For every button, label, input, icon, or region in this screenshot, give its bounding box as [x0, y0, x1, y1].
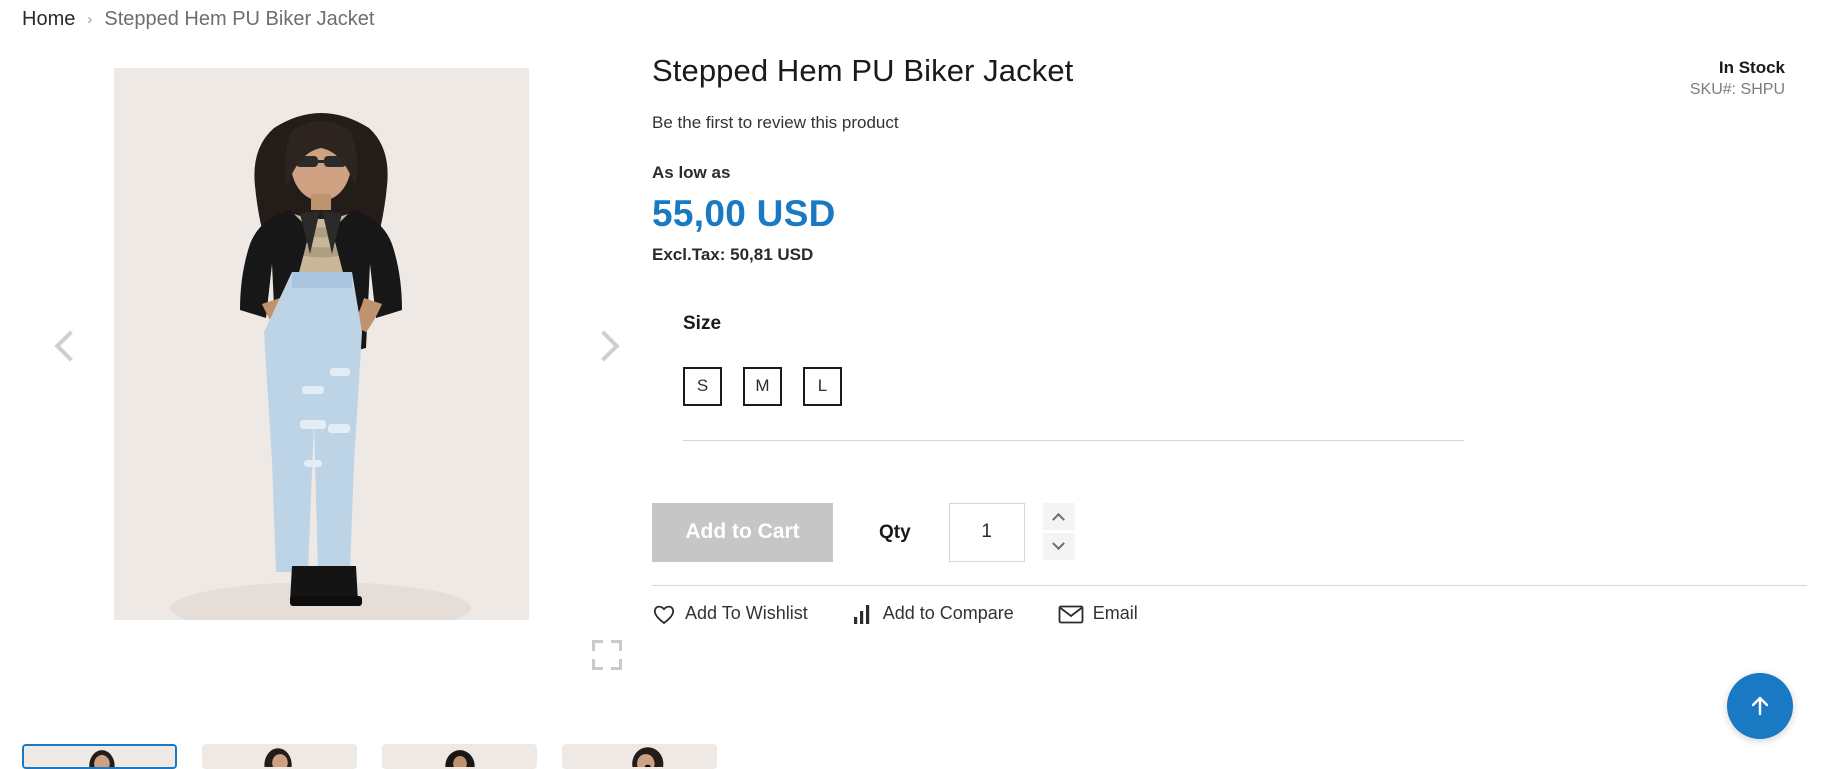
title-row: Stepped Hem PU Biker Jacket In Stock SKU…: [652, 52, 1807, 98]
fullscreen-icon: [592, 640, 603, 651]
add-to-cart-button[interactable]: Add to Cart: [652, 502, 833, 562]
fullscreen-icon-corner: [592, 659, 603, 670]
size-swatch-l[interactable]: L: [803, 366, 842, 406]
size-label: Size: [683, 312, 722, 334]
compare-label: Add to Compare: [882, 603, 1014, 624]
breadcrumb: Home › Stepped Hem PU Biker Jacket: [22, 8, 374, 31]
breadcrumb-current: Stepped Hem PU Biker Jacket: [104, 8, 375, 30]
chevron-down-icon: [1052, 537, 1066, 550]
qty-stepper-buttons: [1042, 502, 1075, 563]
add-to-compare-button[interactable]: Add to Compare: [852, 603, 1014, 625]
size-option-group: Size S M L: [683, 313, 1807, 406]
qty-stepper: [948, 502, 1075, 563]
product-actions: Add To Wishlist Add to Compare Email: [652, 603, 1807, 625]
thumbnail-item[interactable]: [202, 744, 357, 769]
fullscreen-icon-corner: [611, 640, 622, 651]
email-button[interactable]: Email: [1058, 603, 1138, 625]
qty-label: Qty: [879, 521, 911, 543]
gallery-prev-button[interactable]: [50, 318, 90, 374]
chevron-right-icon: [588, 329, 620, 362]
qty-decrease-button[interactable]: [1042, 532, 1075, 560]
heart-icon: [653, 605, 675, 624]
thumbnail-item[interactable]: [382, 744, 537, 769]
sku-value: SKU#: SHPU: [1689, 81, 1785, 98]
price-excl-tax: Excl.Tax: 50,81 USD: [652, 244, 814, 264]
size-swatch-s[interactable]: S: [683, 366, 722, 406]
status-badge: In Stock: [1718, 58, 1785, 77]
review-link[interactable]: Be the first to review this product: [652, 113, 1807, 133]
add-to-cart-row: Add to Cart Qty: [652, 502, 1807, 563]
thumbnail-item[interactable]: [22, 744, 177, 769]
fullscreen-button[interactable]: [592, 640, 622, 670]
breadcrumb-home-link[interactable]: Home: [22, 8, 75, 31]
email-label: Email: [1092, 603, 1138, 624]
price-block: As low as 55,00 USD Excl.Tax: 50,81 USD: [652, 163, 1807, 265]
product-gallery: [22, 58, 632, 670]
breadcrumb-separator-icon: ›: [87, 11, 93, 28]
thumbnail-photo: [204, 746, 355, 767]
chevron-up-icon: [1052, 512, 1066, 526]
thumbnail-photo: [564, 746, 715, 767]
scroll-to-top-button[interactable]: [1727, 673, 1793, 739]
thumbnail-strip: [22, 744, 717, 769]
envelope-icon: [1058, 605, 1084, 624]
section-divider: [683, 439, 1464, 441]
size-swatch-m[interactable]: M: [743, 366, 782, 406]
actions-divider: [652, 584, 1807, 586]
fullscreen-icon-corner: [611, 659, 622, 670]
arrow-up-icon: [1751, 696, 1769, 716]
product-page: Home › Stepped Hem PU Biker Jacket Stepp…: [0, 0, 1829, 769]
main-product-image[interactable]: [114, 68, 529, 620]
product-photo: [114, 68, 529, 620]
as-low-as-label: As low as: [652, 162, 731, 182]
gallery-next-button[interactable]: [584, 318, 624, 374]
wishlist-label: Add To Wishlist: [685, 603, 808, 624]
thumbnail-photo: [24, 746, 175, 767]
quantity-input[interactable]: [948, 502, 1025, 562]
product-price: 55,00 USD: [652, 192, 836, 234]
chevron-left-icon: [54, 329, 86, 362]
page-title: Stepped Hem PU Biker Jacket: [652, 53, 1074, 88]
thumbnail-item[interactable]: [562, 744, 717, 769]
add-to-wishlist-button[interactable]: Add To Wishlist: [652, 603, 808, 625]
thumbnail-photo: [384, 746, 535, 767]
stock-info: In Stock SKU#: SHPU: [1690, 58, 1785, 99]
qty-increase-button[interactable]: [1042, 502, 1075, 530]
product-info: Stepped Hem PU Biker Jacket In Stock SKU…: [652, 52, 1807, 625]
bar-chart-icon: [853, 604, 869, 624]
size-swatch-list: S M L: [683, 366, 1807, 406]
